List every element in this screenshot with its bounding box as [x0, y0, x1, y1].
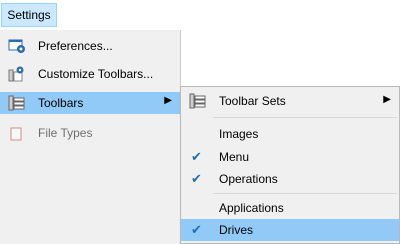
- submenu-arrow-icon: ▶: [383, 94, 391, 105]
- menu-label: Menu: [219, 150, 250, 164]
- customize-toolbars-icon: [8, 66, 26, 82]
- customize-toolbars-label: Customize Toolbars...: [38, 67, 154, 81]
- applications-label: Applications: [219, 201, 284, 215]
- separator: [213, 193, 397, 194]
- toolbar-sets-label: Toolbar Sets: [219, 94, 286, 108]
- operations-label: Operations: [219, 172, 278, 186]
- menubar: Settings: [0, 0, 400, 30]
- operations-menu-item[interactable]: ✔ Operations: [181, 168, 399, 190]
- check-icon: ✔: [191, 149, 202, 164]
- file-types-label: File Types: [38, 126, 93, 140]
- images-label: Images: [219, 127, 259, 141]
- toolbars-icon: [8, 95, 26, 111]
- applications-menu-item[interactable]: Applications: [181, 197, 399, 219]
- file-types-icon: [8, 125, 26, 141]
- preferences-icon: [8, 38, 26, 54]
- drives-label: Drives: [219, 223, 254, 237]
- toolbars-menu-item[interactable]: Toolbars ▶: [0, 92, 180, 114]
- images-menu-item[interactable]: Images: [181, 123, 399, 145]
- settings-menu[interactable]: Settings: [1, 3, 57, 27]
- check-icon: ✔: [191, 222, 202, 237]
- file-types-menu-item[interactable]: File Types: [0, 122, 180, 144]
- menu-menu-item[interactable]: ✔ Menu: [181, 146, 399, 168]
- separator: [213, 117, 397, 118]
- toolbars-submenu: Toolbar Sets ▶ Images ✔ Menu ✔ Operation…: [180, 86, 400, 244]
- submenu-arrow-icon: ▶: [164, 95, 172, 106]
- toolbar-sets-icon: [189, 93, 207, 109]
- toolbar-sets-menu-item[interactable]: Toolbar Sets ▶: [181, 90, 399, 112]
- drives-menu-item[interactable]: ✔ Drives: [181, 219, 399, 241]
- preferences-menu-item[interactable]: Preferences...: [0, 35, 180, 57]
- settings-dropdown: Preferences... Customize Toolbars... Too…: [0, 30, 181, 244]
- check-icon: ✔: [191, 171, 202, 186]
- preferences-label: Preferences...: [38, 39, 113, 53]
- customize-toolbars-menu-item[interactable]: Customize Toolbars...: [0, 63, 180, 85]
- toolbars-label: Toolbars: [38, 96, 84, 110]
